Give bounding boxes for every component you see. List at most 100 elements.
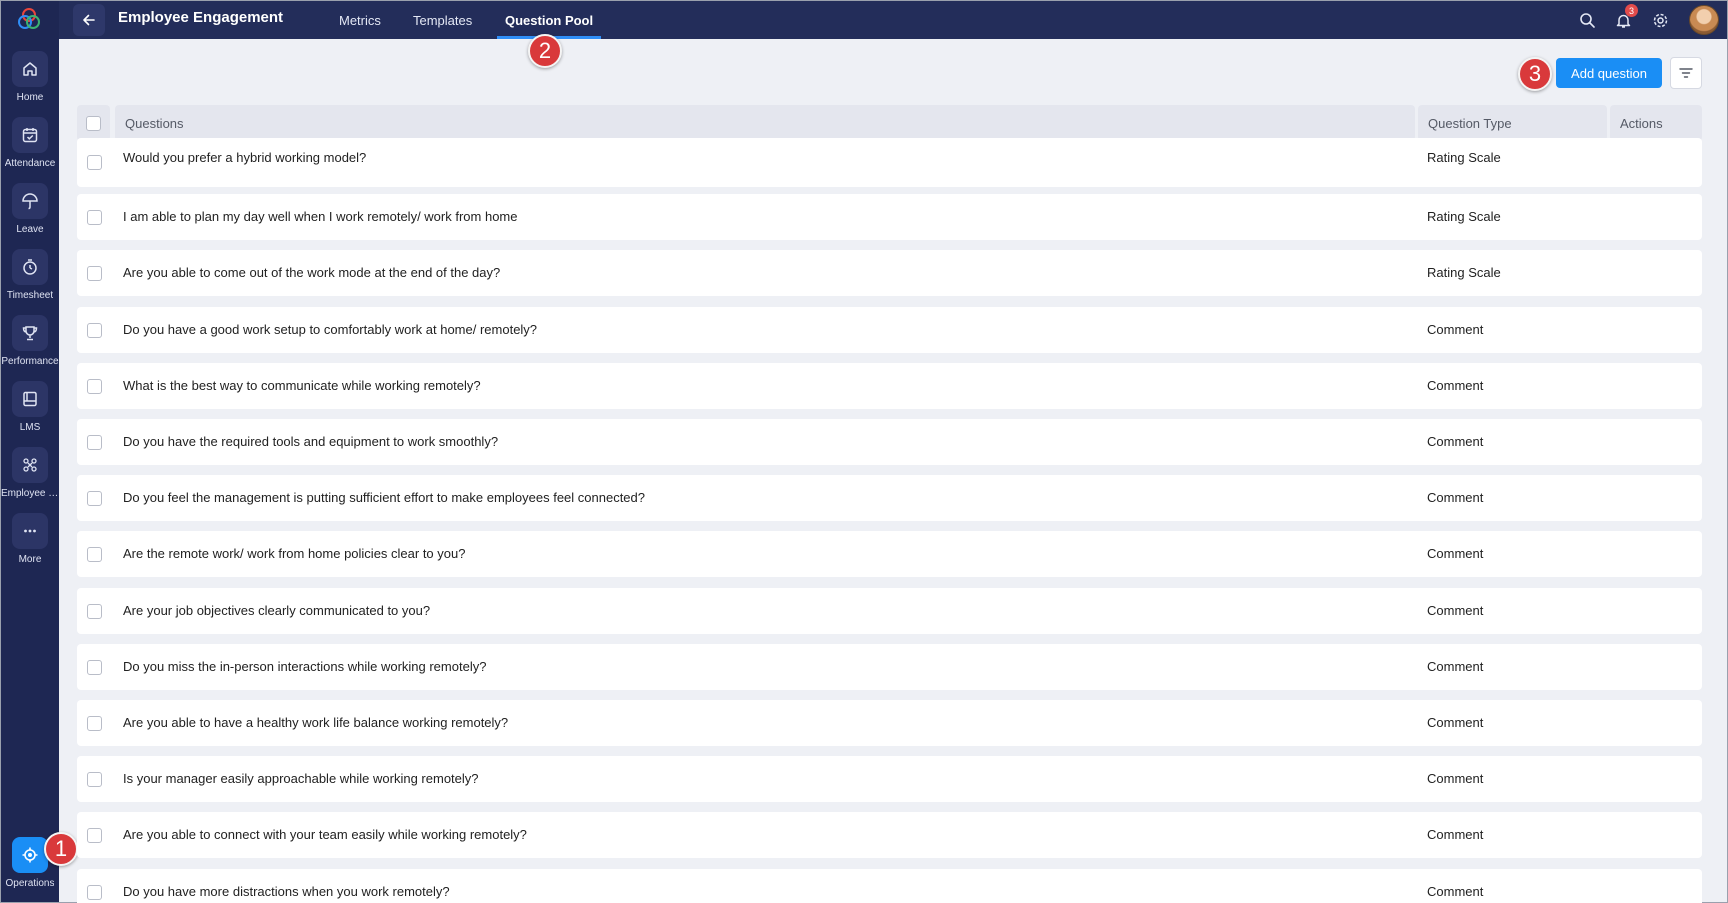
row-checkbox[interactable] (87, 603, 102, 619)
more-dots-icon (12, 513, 48, 549)
row-checkbox-cell (87, 588, 102, 634)
row-checkbox-cell (87, 756, 102, 802)
column-header-questions[interactable]: Questions (115, 105, 1415, 141)
umbrella-icon (12, 183, 48, 219)
back-button[interactable] (73, 4, 105, 36)
book-icon (12, 381, 48, 417)
page-title: Employee Engagement (118, 9, 284, 26)
search-icon[interactable] (1574, 7, 1600, 33)
table-row[interactable]: Do you have the required tools and equip… (77, 419, 1702, 465)
row-checkbox[interactable] (87, 715, 102, 731)
question-text[interactable]: Do you have a good work setup to comfort… (123, 322, 537, 337)
row-checkbox-cell (87, 475, 102, 521)
column-header-question-type[interactable]: Question Type (1418, 105, 1607, 141)
row-checkbox[interactable] (87, 322, 102, 338)
row-checkbox[interactable] (87, 884, 102, 900)
question-text[interactable]: What is the best way to communicate whil… (123, 378, 481, 393)
sidebar-item-label: Leave (16, 224, 44, 235)
stopwatch-icon (12, 249, 48, 285)
row-checkbox-cell (87, 700, 102, 746)
table-row[interactable]: Are you able to connect with your team e… (77, 812, 1702, 858)
tab-question-pool[interactable]: Question Pool (497, 1, 602, 39)
question-text[interactable]: Would you prefer a hybrid working model? (123, 150, 366, 165)
question-text[interactable]: I am able to plan my day well when I wor… (123, 209, 517, 224)
sidebar-item-performance[interactable]: Performance (1, 309, 59, 367)
select-all-checkbox[interactable] (86, 115, 101, 131)
row-checkbox[interactable] (87, 827, 102, 843)
question-text[interactable]: Are you able to connect with your team e… (123, 827, 527, 842)
table-row[interactable]: Do you miss the in-person interactions w… (77, 644, 1702, 690)
row-checkbox[interactable] (87, 546, 102, 562)
table-row[interactable]: Do you have a good work setup to comfort… (77, 307, 1702, 353)
callout-marker-2: 2 (528, 34, 562, 68)
sidebar: Home Attendance Leave Timesheet Performa… (1, 1, 59, 902)
column-header-actions: Actions (1610, 105, 1702, 141)
row-checkbox[interactable] (87, 265, 102, 281)
question-type-text: Rating Scale (1427, 265, 1501, 280)
sidebar-item-attendance[interactable]: Attendance (1, 111, 59, 169)
row-checkbox-cell (87, 644, 102, 690)
sidebar-item-label: Home (16, 92, 44, 103)
gear-icon[interactable] (1647, 7, 1673, 33)
question-text[interactable]: Is your manager easily approachable whil… (123, 771, 479, 786)
sidebar-item-leave[interactable]: Leave (1, 177, 59, 235)
row-checkbox[interactable] (87, 659, 102, 675)
table-row[interactable]: Would you prefer a hybrid working model?… (77, 138, 1702, 187)
tab-templates[interactable]: Templates (405, 1, 480, 39)
question-text[interactable]: Are you able to have a healthy work life… (123, 715, 508, 730)
row-checkbox[interactable] (87, 378, 102, 394)
table-row[interactable]: What is the best way to communicate whil… (77, 363, 1702, 409)
table-row[interactable]: Are you able to have a healthy work life… (77, 700, 1702, 746)
table-row[interactable]: Are the remote work/ work from home poli… (77, 531, 1702, 577)
sidebar-item-employee-engagement[interactable]: Employee E... (1, 441, 59, 499)
add-question-button[interactable]: Add question (1556, 58, 1662, 88)
filter-icon (1679, 68, 1693, 78)
question-text[interactable]: Are your job objectives clearly communic… (123, 603, 430, 618)
row-checkbox-cell (87, 194, 102, 240)
question-text[interactable]: Do you feel the management is putting su… (123, 490, 645, 505)
row-checkbox[interactable] (87, 155, 102, 170)
sidebar-item-label: Attendance (4, 158, 56, 169)
question-text[interactable]: Do you have more distractions when you w… (123, 884, 450, 899)
table-row[interactable]: Is your manager easily approachable whil… (77, 756, 1702, 802)
home-icon (12, 51, 48, 87)
question-text[interactable]: Do you have the required tools and equip… (123, 434, 498, 449)
top-navbar: Employee Engagement Metrics Templates Qu… (59, 1, 1727, 39)
question-type-text: Rating Scale (1427, 209, 1501, 224)
app-logo-icon[interactable] (15, 5, 43, 33)
sidebar-item-home[interactable]: Home (1, 45, 59, 103)
question-type-text: Comment (1427, 490, 1484, 505)
sidebar-item-lms[interactable]: LMS (1, 375, 59, 433)
row-checkbox[interactable] (87, 771, 102, 787)
select-all-cell (77, 105, 110, 141)
notification-bell-icon[interactable]: 3 (1610, 4, 1638, 33)
row-checkbox[interactable] (87, 209, 102, 225)
table-row[interactable]: Are your job objectives clearly communic… (77, 588, 1702, 634)
operations-icon (12, 837, 48, 873)
question-type-text: Comment (1427, 434, 1484, 449)
calendar-check-icon (12, 117, 48, 153)
row-checkbox-cell (87, 250, 102, 296)
question-text[interactable]: Are the remote work/ work from home poli… (123, 546, 465, 561)
sidebar-item-label: Operations (5, 878, 55, 889)
question-text[interactable]: Are you able to come out of the work mod… (123, 265, 500, 280)
sidebar-item-timesheet[interactable]: Timesheet (1, 243, 59, 301)
question-type-text: Comment (1427, 603, 1484, 618)
question-type-text: Comment (1427, 715, 1484, 730)
callout-marker-3: 3 (1518, 57, 1552, 91)
tab-metrics[interactable]: Metrics (331, 1, 389, 39)
table-row[interactable]: Are you able to come out of the work mod… (77, 250, 1702, 296)
question-text[interactable]: Do you miss the in-person interactions w… (123, 659, 486, 674)
question-type-text: Comment (1427, 378, 1484, 393)
avatar[interactable] (1689, 5, 1719, 35)
table-row[interactable]: I am able to plan my day well when I wor… (77, 194, 1702, 240)
sidebar-item-more[interactable]: More (1, 507, 59, 565)
sidebar-item-label: More (18, 554, 42, 565)
table-row[interactable]: Do you have more distractions when you w… (77, 869, 1702, 903)
filter-button[interactable] (1670, 57, 1702, 89)
table-row[interactable]: Do you feel the management is putting su… (77, 475, 1702, 521)
row-checkbox-cell (87, 138, 102, 187)
table-header: Questions Question Type Actions (77, 105, 1702, 141)
row-checkbox[interactable] (87, 434, 102, 450)
row-checkbox[interactable] (87, 490, 102, 506)
